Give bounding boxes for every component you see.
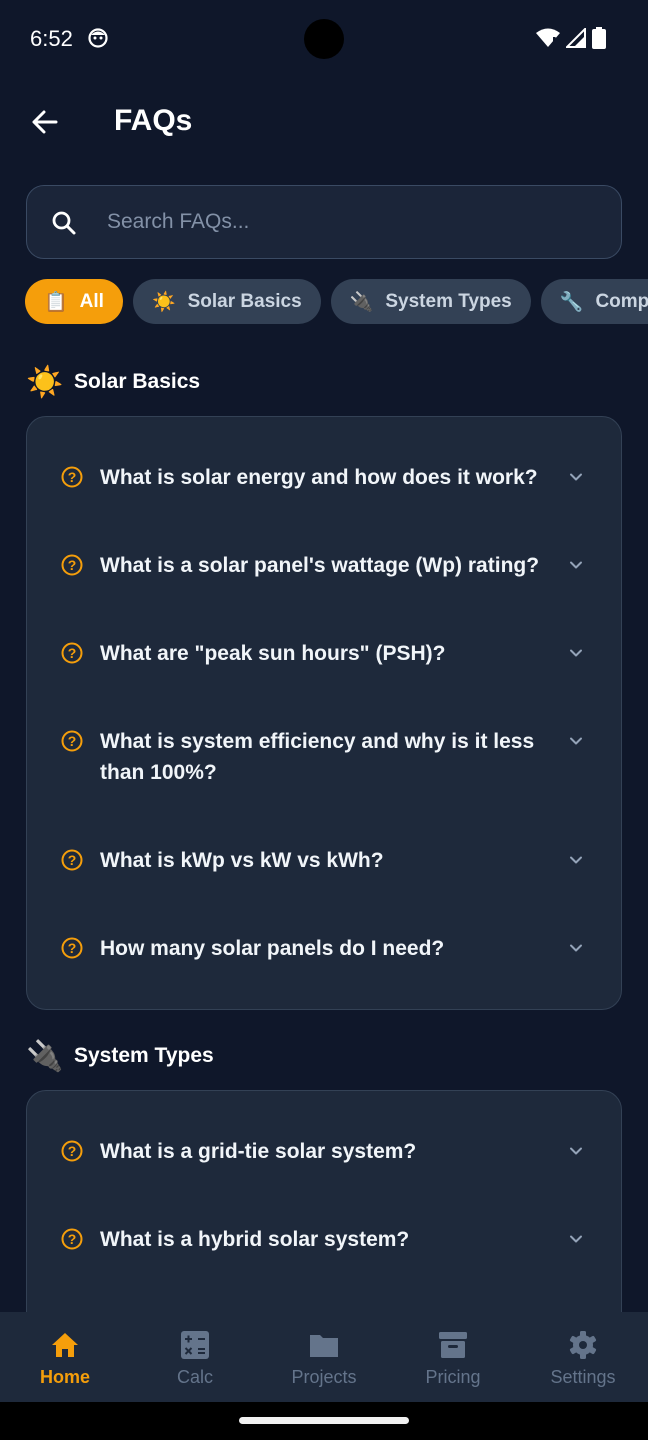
app-header: FAQs [0, 92, 648, 152]
chip-solar-basics[interactable]: ☀️ Solar Basics [132, 279, 321, 324]
archive-icon [439, 1332, 467, 1358]
wrench-icon: 🔧 [559, 291, 584, 313]
folder-icon [310, 1335, 338, 1357]
faq-item[interactable]: ? What is kWp vs kW vs kWh? [27, 830, 623, 890]
page-title: FAQs [114, 104, 193, 137]
svg-text:?: ? [68, 557, 77, 573]
section-header-solar-basics: ☀️ Solar Basics [26, 362, 200, 402]
faq-item[interactable]: ? What is solar energy and how does it w… [27, 447, 623, 507]
faq-item[interactable]: ? What is a grid-tie solar system? [27, 1121, 623, 1181]
svg-text:?: ? [68, 852, 77, 868]
wifi-icon [536, 28, 560, 47]
question-circle-icon: ? [61, 554, 83, 576]
faq-question: What are "peak sun hours" (PSH)? [100, 642, 446, 665]
chip-system-types[interactable]: 🔌 System Types [330, 279, 531, 324]
chip-label: Solar Basics [187, 290, 302, 312]
back-button[interactable] [22, 100, 66, 144]
faq-item[interactable]: ? What is a solar panel's wattage (Wp) r… [27, 535, 623, 595]
question-circle-icon: ? [61, 466, 83, 488]
question-circle-icon: ? [61, 849, 83, 871]
chevron-down-icon[interactable] [566, 938, 586, 958]
faq-question: What is solar energy and how does it wor… [100, 466, 538, 489]
status-bar: 6:52 [0, 0, 648, 80]
section-header-system-types: 🔌 System Types [26, 1036, 214, 1076]
question-circle-icon: ? [61, 1140, 83, 1162]
svg-text:?: ? [68, 645, 77, 661]
faq-question: What is a solar panel's wattage (Wp) rat… [100, 554, 540, 577]
calculator-icon [181, 1331, 209, 1359]
sun-icon: ☀️ [26, 365, 64, 399]
clipboard-icon: 📋 [44, 291, 68, 313]
question-circle-icon: ? [61, 730, 83, 752]
arrow-left-icon [32, 110, 58, 134]
chevron-down-icon[interactable] [566, 1229, 586, 1249]
svg-text:?: ? [68, 733, 77, 749]
question-circle-icon: ? [61, 1228, 83, 1250]
nav-item-home[interactable]: Home [0, 1312, 130, 1402]
category-chips: 📋 All ☀️ Solar Basics 🔌 System Types 🔧 C… [25, 279, 648, 325]
nav-item-settings[interactable]: Settings [518, 1312, 648, 1402]
faq-question: What is kWp vs kW vs kWh? [100, 849, 384, 872]
question-circle-icon: ? [61, 642, 83, 664]
search-input[interactable] [107, 204, 597, 240]
nav-label: Projects [291, 1367, 357, 1387]
section-title: Solar Basics [74, 370, 201, 393]
chevron-down-icon[interactable] [566, 555, 586, 575]
status-time: 6:52 [30, 26, 73, 51]
battery-icon [592, 27, 606, 49]
chip-label: Components [595, 290, 648, 312]
nav-label: Home [39, 1367, 90, 1387]
chevron-down-icon[interactable] [566, 467, 586, 487]
svg-text:?: ? [68, 1143, 77, 1159]
chevron-down-icon[interactable] [566, 731, 586, 751]
chip-label: All [79, 290, 104, 312]
sun-icon: ☀️ [151, 291, 176, 313]
faq-item[interactable]: ? What is system efficiency and why is i… [27, 711, 623, 803]
notification-face-icon [88, 28, 108, 48]
search-icon [52, 211, 76, 235]
plug-icon: 🔌 [349, 291, 374, 313]
signal-icon [566, 28, 586, 48]
chevron-down-icon[interactable] [566, 643, 586, 663]
svg-text:?: ? [68, 1231, 77, 1247]
faq-card-solar-basics: ? What is solar energy and how does it w… [26, 416, 622, 1010]
svg-text:?: ? [68, 469, 77, 485]
chip-label: System Types [385, 290, 512, 312]
plug-icon: 🔌 [26, 1039, 64, 1073]
faq-item[interactable]: ? What are "peak sun hours" (PSH)? [27, 623, 623, 683]
status-icons [536, 26, 606, 50]
gesture-handle[interactable] [239, 1417, 409, 1424]
faq-question: What is system efficiency and why is it … [100, 730, 535, 784]
section-title: System Types [74, 1044, 214, 1067]
gear-icon [569, 1331, 597, 1359]
bottom-navigation: Home Calc Projects Pricing Settings [0, 1312, 648, 1402]
nav-label: Calc [176, 1367, 213, 1387]
chip-components[interactable]: 🔧 Components [540, 279, 648, 324]
faq-item[interactable]: ? What is a hybrid solar system? [27, 1209, 623, 1269]
faq-question: What is a hybrid solar system? [100, 1228, 410, 1251]
question-circle-icon: ? [61, 937, 83, 959]
nav-label: Pricing [425, 1367, 481, 1387]
svg-text:?: ? [68, 940, 77, 956]
faq-question: What is a grid-tie solar system? [100, 1140, 417, 1163]
search-box[interactable] [26, 185, 622, 259]
home-icon [52, 1333, 78, 1357]
nav-item-calc[interactable]: Calc [130, 1312, 260, 1402]
nav-label: Settings [550, 1367, 616, 1387]
camera-cutout [304, 19, 344, 59]
chevron-down-icon[interactable] [566, 850, 586, 870]
faq-item[interactable]: ? How many solar panels do I need? [27, 918, 623, 978]
faq-question: How many solar panels do I need? [100, 937, 445, 960]
chevron-down-icon[interactable] [566, 1141, 586, 1161]
nav-item-pricing[interactable]: Pricing [388, 1312, 518, 1402]
nav-item-projects[interactable]: Projects [259, 1312, 389, 1402]
chip-all[interactable]: 📋 All [25, 279, 123, 324]
